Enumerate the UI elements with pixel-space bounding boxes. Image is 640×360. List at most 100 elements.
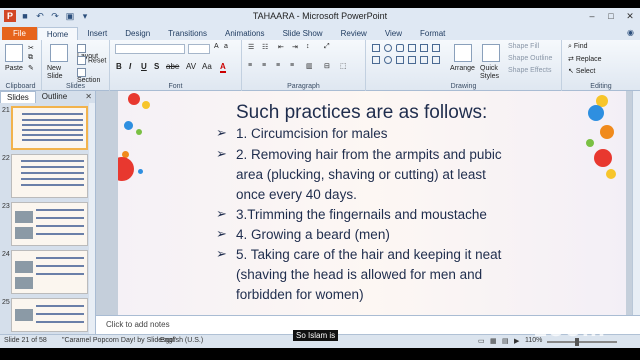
close-pane-icon[interactable]: ✕ <box>85 92 92 101</box>
italic-button[interactable]: I <box>129 62 131 71</box>
thumbnail-text <box>36 321 84 323</box>
slide-thumbnail-22[interactable] <box>11 154 88 198</box>
new-slide-button[interactable]: New Slide <box>47 65 73 81</box>
maximize-icon[interactable]: □ <box>605 10 617 22</box>
slideshow-icon[interactable]: ▶ <box>514 337 519 345</box>
paste-button[interactable]: Paste <box>5 65 23 72</box>
slide-thumbnail-21[interactable] <box>11 106 88 150</box>
shape-fill-button[interactable]: Shape Fill <box>508 43 539 50</box>
shape-effects-button[interactable]: Shape Effects <box>508 67 551 74</box>
tab-outline[interactable]: Outline <box>36 91 73 103</box>
thumbnail-text <box>36 265 84 267</box>
columns-icon[interactable]: ▥ <box>306 62 313 70</box>
tab-transitions[interactable]: Transitions <box>159 27 216 40</box>
slide-thumbnail-24[interactable] <box>11 250 88 294</box>
tab-review[interactable]: Review <box>332 27 376 40</box>
tab-slide-show[interactable]: Slide Show <box>274 27 332 40</box>
paste-icon[interactable] <box>5 44 23 62</box>
quick-styles-icon[interactable] <box>482 44 500 62</box>
pane-scrollbar[interactable] <box>89 103 95 334</box>
cut-icon[interactable]: ✂ <box>28 44 34 52</box>
reset-button[interactable]: Reset <box>77 56 106 65</box>
slide-sorter-icon[interactable]: ▦ <box>490 337 497 345</box>
align-center-icon[interactable]: ≡ <box>262 62 266 69</box>
format-painter-icon[interactable]: ✎ <box>28 64 34 72</box>
shape-outline-button[interactable]: Shape Outline <box>508 55 552 62</box>
tab-format[interactable]: Format <box>411 27 454 40</box>
copy-icon[interactable]: ⧉ <box>28 54 33 62</box>
rectangle-shape-icon[interactable] <box>372 44 380 52</box>
tab-design[interactable]: Design <box>116 27 159 40</box>
font-name-combo[interactable] <box>115 44 185 54</box>
star-shape-icon[interactable] <box>408 56 416 64</box>
bullet-text[interactable]: 2. Removing hair from the armpits and pu… <box>236 145 502 165</box>
bullet-text[interactable]: once every 40 days. <box>236 185 357 205</box>
section-button[interactable]: Section <box>77 68 109 84</box>
tab-animations[interactable]: Animations <box>216 27 274 40</box>
bullet-text[interactable]: 5. Taking care of the hair and keeping i… <box>236 245 501 265</box>
bullet-text[interactable]: 3.Trimming the fingernails and moustache <box>236 205 487 225</box>
tab-slides[interactable]: Slides <box>0 91 36 103</box>
circle-shape-icon[interactable] <box>384 56 392 64</box>
slide-thumbnail-23[interactable] <box>11 202 88 246</box>
tab-file[interactable]: File <box>2 27 37 40</box>
current-slide[interactable]: Such practices are as follows: ➢ 1. Circ… <box>118 91 626 315</box>
find-button[interactable]: ⌕ Find <box>568 43 588 51</box>
slide-scrollbar[interactable] <box>632 91 640 315</box>
oval-shape-icon[interactable] <box>384 44 392 52</box>
triangle-shape-icon[interactable] <box>432 44 440 52</box>
tab-view[interactable]: View <box>376 27 411 40</box>
shrink-font-icon[interactable]: a <box>224 43 228 50</box>
char-spacing-button[interactable]: AV <box>186 62 196 71</box>
bullet-text[interactable]: area (plucking, shaving or cutting) at l… <box>236 165 486 185</box>
shadow-button[interactable]: S <box>154 62 159 71</box>
language[interactable]: English (U.S.) <box>160 337 203 344</box>
bold-button[interactable]: B <box>116 62 122 71</box>
smartart-icon[interactable]: ⬚ <box>340 62 347 70</box>
bullet-text[interactable]: forbidden for women) <box>236 285 364 305</box>
align-left-icon[interactable]: ≡ <box>248 62 252 69</box>
change-case-button[interactable]: Aa <box>202 62 212 71</box>
font-size-combo[interactable] <box>188 44 210 54</box>
bullet-arrow-icon: ➢ <box>216 146 227 161</box>
tab-home[interactable]: Home <box>36 27 79 40</box>
reading-view-icon[interactable]: ▤ <box>502 337 509 345</box>
select-button[interactable]: ↖ Select <box>568 67 595 75</box>
arrow-shape-icon[interactable] <box>420 44 428 52</box>
align-text-icon[interactable]: ⊟ <box>324 62 330 70</box>
textbox-shape-icon[interactable] <box>372 56 380 64</box>
line-spacing-icon[interactable]: ↕ <box>306 43 310 50</box>
normal-view-icon[interactable]: ▭ <box>478 337 485 345</box>
callout-shape-icon[interactable] <box>420 56 428 64</box>
strikethrough-button[interactable]: abe <box>166 62 179 71</box>
quick-styles-button[interactable]: Quick Styles <box>480 65 504 81</box>
text-direction-icon[interactable]: ⤢ <box>324 43 330 51</box>
minimize-icon[interactable]: – <box>586 10 598 22</box>
bullets-icon[interactable]: ☰ <box>248 43 254 51</box>
justify-icon[interactable]: ≡ <box>290 62 294 69</box>
thumbnail-text <box>22 139 83 141</box>
rounded-rect-shape-icon[interactable] <box>396 44 404 52</box>
decrease-indent-icon[interactable]: ⇤ <box>278 43 284 51</box>
slide-title[interactable]: Such practices are as follows: <box>236 102 487 124</box>
line-shape-icon[interactable] <box>408 44 416 52</box>
bullet-text[interactable]: 1. Circumcision for males <box>236 124 388 144</box>
bullet-text[interactable]: (shaving the head is allowed for men and <box>236 265 482 285</box>
arrange-icon[interactable] <box>454 44 472 62</box>
font-color-button[interactable]: A <box>220 62 226 73</box>
increase-indent-icon[interactable]: ⇥ <box>292 43 298 51</box>
slide-thumbnail-25[interactable] <box>11 298 88 332</box>
replace-button[interactable]: ⇄ Replace <box>568 55 602 63</box>
bullet-text[interactable]: 4. Growing a beard (men) <box>236 225 390 245</box>
grow-font-icon[interactable]: A <box>214 43 219 50</box>
new-slide-icon[interactable] <box>50 44 68 62</box>
close-icon[interactable]: ✕ <box>624 10 636 22</box>
underline-button[interactable]: U <box>141 62 147 71</box>
block-arrow-shape-icon[interactable] <box>396 56 404 64</box>
align-right-icon[interactable]: ≡ <box>276 62 280 69</box>
tab-insert[interactable]: Insert <box>78 27 116 40</box>
brace-shape-icon[interactable] <box>432 56 440 64</box>
help-icon[interactable]: ◉ <box>627 28 634 37</box>
numbering-icon[interactable]: ☷ <box>262 43 268 51</box>
arrange-button[interactable]: Arrange <box>450 65 475 72</box>
